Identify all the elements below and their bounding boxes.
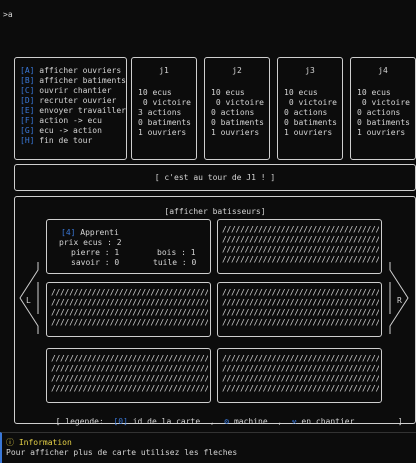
hatch-fill: ////////////////////////////////////// /… [222,288,379,327]
menu-key: [C] [20,86,35,95]
menu-item[interactable]: [A] afficher ouvriers [20,66,126,76]
player-name: j4 [378,66,388,75]
right-label: R [397,296,402,305]
menu-label: envoyer travailler [39,106,126,115]
action-menu: [A] afficher ouvriers [B] afficher batime… [14,57,127,160]
card-hidden-2[interactable]: ////////////////////////////////////// /… [46,282,211,337]
card-apprenti[interactable]: [4] Apprenti prix ecus : 2 pierre : 1 bo… [46,219,211,274]
player-batiments: 0 batiments [211,118,264,127]
player-ecus: 10 ecus [138,88,172,97]
menu-key: [G] [20,126,35,135]
card-hidden-4[interactable]: ////////////////////////////////////// /… [46,348,211,403]
card-hidden-3[interactable]: ////////////////////////////////////// /… [217,282,382,337]
card-pierre: pierre : 1 [71,248,120,257]
menu-item[interactable]: [E] envoyer travailler [20,106,126,116]
player-ouvriers: 1 ouvriers [284,128,333,137]
info-title: Information [18,438,72,447]
menu-item[interactable]: [D] recruter ouvrier [20,96,126,106]
menu-list: [A] afficher ouvriers [B] afficher batime… [20,66,126,146]
menu-label: afficher batiments [39,76,126,85]
card-hidden-5[interactable]: ////////////////////////////////////// /… [217,348,382,403]
info-text: Pour afficher plus de carte utilisez les… [6,448,238,457]
player-batiments: 0 batiments [138,118,191,127]
player-ecus: 10 ecus [284,88,318,97]
chantier-icon: ⚒ [291,417,297,426]
player-ouvriers: 1 ouvriers [211,128,260,137]
player-actions: 0 actions [284,108,328,117]
turn-banner: [ c'est au tour de J1 ! ] [154,173,276,182]
menu-item[interactable]: [F] action -> ecu [20,116,126,126]
player-column-j4: j4 10 ecus 0 victoire 0 actions 0 batiments… [350,57,416,160]
card-id: [4] [61,228,76,237]
player-name: j1 [159,66,169,75]
menu-key: [B] [20,76,35,85]
player-actions: 3 actions [138,108,182,117]
card-price: prix ecus : 2 [59,238,122,247]
legend-sep: , [277,417,283,426]
player-ouvriers: 1 ouvriers [357,128,406,137]
player-batiments: 0 batiments [284,118,337,127]
player-column-j2: j2 10 ecus 0 victoire 0 actions 0 batiments… [204,57,270,160]
player-actions: 0 actions [211,108,255,117]
player-ecus: 10 ecus [211,88,245,97]
player-ouvriers: 1 ouvriers [138,128,187,137]
menu-item[interactable]: [C] ouvrir chantier [20,86,126,96]
card-savoir: savoir : 0 [71,258,120,267]
menu-key: [H] [20,136,35,145]
player-column-j3: j3 10 ecus 0 victoire 0 actions 0 batiments… [277,57,343,160]
legend-chantier-label: en chantier [301,417,355,426]
menu-label: recruter ouvrier [39,96,117,105]
left-label: L [26,296,31,305]
player-ecus: 10 ecus [357,88,391,97]
menu-key: [D] [20,96,35,105]
player-victoire: 0 victoire [284,98,337,107]
menu-key: [A] [20,66,35,75]
card-bois: bois : 1 [157,248,196,257]
card-name: Apprenti [80,228,119,237]
menu-label: afficher ouvriers [39,66,122,75]
info-icon: ⓘ [6,438,14,447]
menu-item[interactable]: [B] afficher batiments [20,76,126,86]
menu-item[interactable]: [G] ecu -> action [20,126,126,136]
menu-item[interactable]: [H] fin de tour [20,136,126,146]
scroll-left-button[interactable]: L [18,262,40,342]
machine-icon: ⚙ [224,417,230,426]
menu-label: ecu -> action [39,126,102,135]
player-actions: 0 actions [357,108,401,117]
card-hidden-1[interactable]: ////////////////////////////////////// /… [217,219,382,274]
command-prompt: >a [3,10,13,19]
menu-label: ouvrir chantier [39,86,112,95]
player-name: j2 [232,66,242,75]
player-victoire: 0 victoire [357,98,410,107]
turn-banner-box: [ c'est au tour de J1 ! ] [14,164,416,191]
hatch-fill: ////////////////////////////////////// /… [51,288,208,327]
menu-key: [E] [20,106,35,115]
legend-id-marker: [0] [113,417,128,426]
scroll-right-button[interactable]: R [388,262,410,342]
legend-sep: , [209,417,215,426]
hatch-fill: ////////////////////////////////////// /… [222,225,379,264]
legend-id-label: id de la carte [132,417,201,426]
menu-label: fin de tour [39,136,93,145]
menu-label: action -> ecu [39,116,102,125]
info-panel: ⓘ Information Pour afficher plus de cart… [0,432,416,463]
builders-header[interactable]: [afficher batisseurs] [15,207,415,217]
card-tuile: tuile : 0 [153,258,197,267]
legend-machine-label: machine [233,417,268,426]
player-name: j3 [305,66,315,75]
menu-key: [F] [20,116,35,125]
hatch-fill: ////////////////////////////////////// /… [222,354,379,393]
legend: [ legende: [0] id de la carte , ⚙ machin… [46,407,403,427]
player-column-j1: j1 10 ecus 0 victoire 3 actions 0 batiments… [131,57,197,160]
legend-close: ] [397,417,403,426]
player-victoire: 0 victoire [211,98,264,107]
player-victoire: 0 victoire [138,98,191,107]
hatch-fill: ////////////////////////////////////// /… [51,354,208,393]
legend-open: [ legende: [55,417,104,426]
player-batiments: 0 batiments [357,118,410,127]
